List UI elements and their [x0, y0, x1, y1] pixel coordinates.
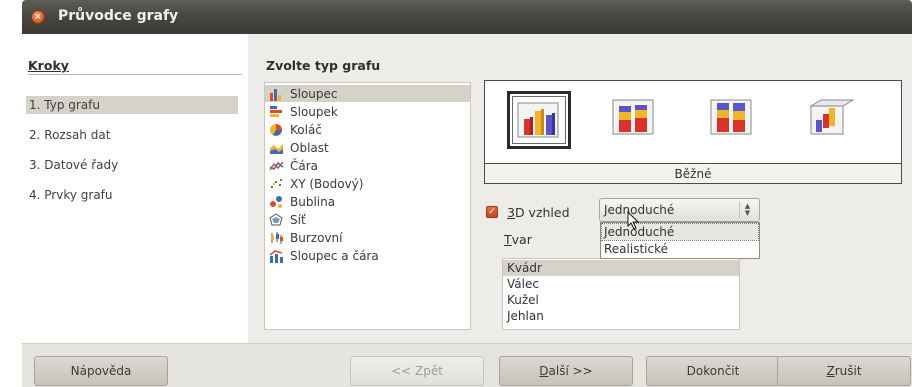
variant-stacked[interactable]	[605, 91, 669, 149]
help-button[interactable]: Nápověda	[34, 356, 168, 386]
step-chart-type[interactable]: 1. Typ grafu	[26, 96, 238, 114]
shape-item-cylinder[interactable]: Válec	[503, 276, 739, 292]
chart-type-list[interactable]: Sloupec Sloupek Koláč Oblast Čára XY (Bo…	[264, 82, 471, 330]
close-icon[interactable]: ×	[31, 10, 45, 24]
shape-item-cuboid[interactable]: Kvádr	[503, 260, 739, 276]
shape-list[interactable]: Kvádr Válec Kužel Jehlan	[502, 258, 740, 330]
chart-type-bubble[interactable]: Bublina	[265, 193, 470, 210]
chart-type-column[interactable]: Sloupec	[265, 85, 470, 102]
net-chart-icon	[269, 212, 284, 227]
column-chart-icon	[269, 87, 284, 101]
cancel-button[interactable]: Zrušit	[777, 356, 911, 386]
wizard-body: Kroky 1. Typ grafu 2. Rozsah dat 3. Dato…	[22, 34, 912, 343]
shape-item-pyramid[interactable]: Jehlan	[503, 308, 739, 324]
column-line-chart-icon	[269, 249, 284, 263]
look-3d-checkbox[interactable]: ✓	[486, 206, 498, 218]
look-3d-label: 3D vzhled	[507, 205, 570, 220]
chart-type-area[interactable]: Oblast	[265, 139, 470, 156]
stock-chart-icon	[269, 231, 284, 245]
chart-type-stock[interactable]: Burzovní	[265, 229, 470, 246]
bubble-chart-icon	[269, 195, 284, 209]
dropdown-option-simple[interactable]: Jednoduché	[601, 223, 759, 241]
line-chart-icon	[269, 159, 284, 173]
mouse-cursor-icon	[627, 211, 640, 230]
section-title: Zvolte typ grafu	[266, 58, 381, 73]
step-data-range[interactable]: 2. Rozsah dat	[26, 126, 238, 144]
next-button[interactable]: Další >>	[499, 356, 633, 386]
deep-3d-column-icon	[809, 99, 855, 135]
percent-stacked-3d-column-icon	[710, 99, 752, 135]
look-3d-combo[interactable]: Jednoduché ▲ ▼	[599, 198, 760, 222]
variant-caption: Běžné	[485, 163, 901, 183]
shape-label: Tvar	[504, 232, 532, 247]
steps-panel: Kroky 1. Typ grafu 2. Rozsah dat 3. Dato…	[22, 34, 248, 343]
variant-percent-stacked[interactable]	[703, 91, 767, 149]
window-titlebar: × Průvodce grafy	[22, 0, 912, 34]
window-title: Průvodce grafy	[58, 8, 179, 24]
shape-item-cone[interactable]: Kužel	[503, 292, 739, 308]
dropdown-option-realistic[interactable]: Realistické	[602, 241, 758, 257]
chart-type-line[interactable]: Čára	[265, 157, 470, 174]
spin-arrows-icon[interactable]: ▲ ▼	[739, 202, 755, 218]
stacked-3d-column-icon	[612, 99, 654, 135]
step-chart-elements[interactable]: 4. Prvky grafu	[26, 186, 238, 204]
chart-type-column-line[interactable]: Sloupec a čára	[265, 247, 470, 264]
look-3d-dropdown: Jednoduché Realistické	[600, 222, 760, 259]
chart-variant-panel: Běžné	[484, 80, 902, 184]
normal-3d-column-icon	[517, 102, 559, 138]
variant-normal[interactable]	[507, 91, 571, 149]
steps-divider	[28, 74, 242, 75]
bar-chart-icon	[269, 105, 284, 119]
chart-type-net[interactable]: Síť	[265, 211, 470, 228]
chart-type-pie[interactable]: Koláč	[265, 121, 470, 138]
step-data-series[interactable]: 3. Datové řady	[26, 156, 238, 174]
wizard-footer: Nápověda << Zpět Další >> Dokončit Zruši…	[22, 343, 912, 387]
chart-type-xy[interactable]: XY (Bodový)	[265, 175, 470, 192]
finish-button[interactable]: Dokončit	[646, 356, 780, 386]
steps-title: Kroky	[28, 58, 69, 73]
scatter-chart-icon	[269, 177, 284, 191]
variant-deep[interactable]	[803, 91, 867, 149]
chart-type-bar[interactable]: Sloupek	[265, 103, 470, 120]
area-chart-icon	[269, 141, 284, 155]
back-button[interactable]: << Zpět	[350, 356, 484, 386]
pie-chart-icon	[269, 123, 284, 137]
